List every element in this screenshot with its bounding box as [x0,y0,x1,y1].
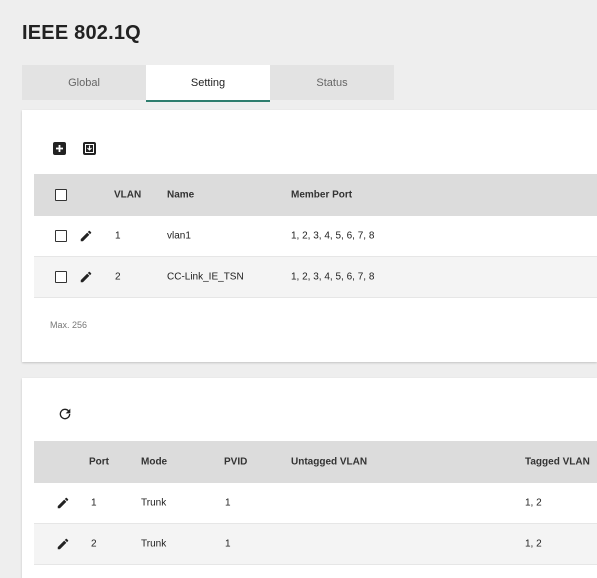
col-untagged-vlan: Untagged VLAN [291,456,368,468]
col-tagged-vlan: Tagged VLAN [525,456,590,468]
cell-pvid: 1 [225,497,231,509]
row-checkbox[interactable] [55,271,67,283]
vlan-table: VLAN Name Member Port 1 vlan1 1, 2, 3, 4… [34,174,597,298]
refresh-icon[interactable] [57,406,73,422]
edit-icon[interactable] [56,537,70,551]
cell-tagged-vlan: 1, 2 [525,497,542,509]
col-member-port: Member Port [291,189,353,201]
edit-icon[interactable] [79,270,93,284]
vlan-card: VLAN Name Member Port 1 vlan1 1, 2, 3, 4… [22,110,597,362]
port-table: Port Mode PVID Untagged VLAN Tagged VLAN… [34,441,597,565]
row-checkbox[interactable] [55,230,67,242]
max-entries-note: Max. 256 [50,320,88,330]
table-row: 1 Trunk 1 1, 2 [34,483,597,524]
cell-vlan: 1 [115,230,121,242]
cell-member-port: 1, 2, 3, 4, 5, 6, 7, 8 [291,271,375,283]
add-box-icon[interactable] [53,142,66,155]
cell-name: CC-Link_IE_TSN [167,271,244,283]
cell-tagged-vlan: 1, 2 [525,538,542,550]
select-all-checkbox[interactable] [55,189,67,201]
col-vlan: VLAN [114,189,142,201]
import-box-icon[interactable] [83,142,96,155]
edit-icon[interactable] [79,229,93,243]
cell-port: 1 [91,497,97,509]
vlan-table-header: VLAN Name Member Port [34,174,597,216]
cell-port: 2 [91,538,97,550]
col-name: Name [167,189,195,201]
col-mode: Mode [141,456,168,468]
tab-setting[interactable]: Setting [146,65,270,102]
tab-global[interactable]: Global [22,65,146,100]
table-row: 2 Trunk 1 1, 2 [34,524,597,565]
edit-icon[interactable] [56,496,70,510]
port-card: Port Mode PVID Untagged VLAN Tagged VLAN… [22,378,597,578]
cell-mode: Trunk [141,538,167,550]
tab-bar: Global Setting Status [22,65,394,102]
table-row: 2 CC-Link_IE_TSN 1, 2, 3, 4, 5, 6, 7, 8 [34,257,597,298]
cell-vlan: 2 [115,271,121,283]
col-port: Port [89,456,109,468]
cell-pvid: 1 [225,538,231,550]
cell-mode: Trunk [141,497,167,509]
tab-status[interactable]: Status [270,65,394,100]
cell-name: vlan1 [167,230,191,242]
page-title: IEEE 802.1Q [22,22,141,44]
port-table-header: Port Mode PVID Untagged VLAN Tagged VLAN [34,441,597,483]
cell-member-port: 1, 2, 3, 4, 5, 6, 7, 8 [291,230,375,242]
table-row: 1 vlan1 1, 2, 3, 4, 5, 6, 7, 8 [34,216,597,257]
col-pvid: PVID [224,456,248,468]
